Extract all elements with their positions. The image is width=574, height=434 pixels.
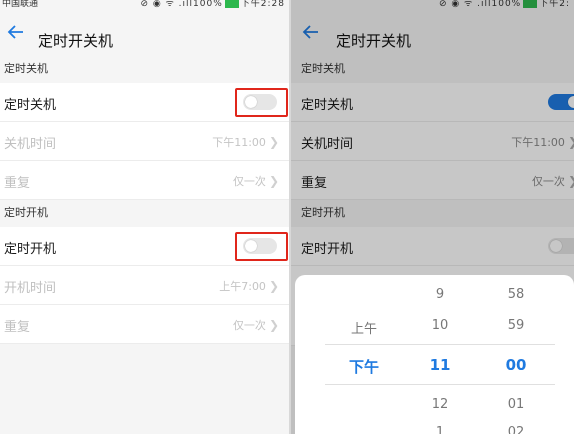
status-indicators: ⊘ ◉ ᯤ .ıll100% (438, 0, 522, 8)
status-icons: ⊘ ◉ ᯤ .ıll100% 下午2: (439, 0, 570, 8)
highlight-box (235, 232, 288, 261)
clock: 下午2: (539, 0, 570, 8)
right-screen: ⊘ ◉ ᯤ .ıll100% 下午2: 定时开关机 定时关机 定时关机 关机时间 … (291, 0, 574, 434)
section-header-startup: 定时开机 (4, 206, 48, 219)
ampm-selected[interactable]: 下午 (334, 356, 394, 377)
minute-below-1[interactable]: 01 (486, 397, 546, 412)
startup-toggle-row[interactable]: 定时开机 (0, 227, 289, 266)
shutdown-repeat-value: 仅一次❯ (233, 173, 279, 189)
shutdown-toggle[interactable] (548, 94, 574, 110)
status-indicators: ⊘ ◉ ᯤ .ıll100% (140, 0, 223, 8)
back-arrow-icon[interactable] (6, 22, 26, 42)
back-arrow-icon[interactable] (301, 22, 321, 42)
minute-above-2[interactable]: 58 (486, 287, 546, 302)
shutdown-repeat-row: 重复 仅一次 ❯ (0, 161, 289, 200)
hour-above-2[interactable]: 9 (410, 287, 470, 302)
status-bar: ⊘ ◉ ᯤ .ıll100% 下午2: (291, 0, 574, 8)
startup-time-value: 上午7:00 ❯ (219, 278, 279, 294)
shutdown-time-label: 关机时间 (4, 137, 57, 152)
startup-time-label: 开机时间 (4, 281, 57, 296)
chevron-right-icon: ❯ (268, 135, 279, 149)
shutdown-time-text: 下午11:00 (511, 136, 565, 149)
shutdown-repeat-label: 重复 (4, 176, 31, 191)
shutdown-repeat-text: 仅一次 (232, 175, 266, 188)
startup-repeat-text: 仅一次 (232, 319, 266, 332)
section-header-shutdown: 定时关机 (301, 62, 345, 75)
shutdown-toggle-label: 定时关机 (301, 98, 354, 113)
app-bar: 定时开关机 (0, 8, 289, 56)
shutdown-repeat-value: 仅一次❯ (532, 173, 574, 189)
startup-toggle-label: 定时开机 (301, 242, 354, 257)
picker-divider-top (325, 344, 555, 345)
chevron-right-icon: ❯ (568, 135, 574, 149)
shutdown-repeat-label: 重复 (301, 176, 328, 191)
status-icons: ⊘ ◉ ᯤ .ıll100% 下午2:28 (140, 0, 285, 8)
picker-divider-bottom (325, 384, 555, 385)
hour-selected[interactable]: 11 (410, 356, 470, 374)
chevron-right-icon: ❯ (268, 318, 279, 332)
shutdown-time-text: 下午11:00 (212, 136, 266, 149)
carrier-name: 中国联通 (2, 0, 39, 8)
highlight-box (235, 88, 288, 117)
chevron-right-icon: ❯ (268, 279, 279, 293)
hour-above-1[interactable]: 10 (410, 318, 470, 333)
shutdown-time-row[interactable]: 关机时间 下午11:00❯ (291, 122, 574, 161)
shutdown-time-label: 关机时间 (301, 137, 354, 152)
page-title: 定时开关机 (38, 32, 114, 50)
app-bar: 定时开关机 (291, 8, 574, 56)
hour-below-2[interactable]: 1 (410, 425, 470, 434)
ampm-above[interactable]: 上午 (334, 318, 394, 337)
chevron-right-icon: ❯ (568, 174, 574, 188)
shutdown-toggle-row[interactable]: 定时关机 (291, 83, 574, 122)
battery-icon (224, 0, 239, 8)
clock: 下午2:28 (240, 0, 285, 8)
time-picker[interactable]: 上午 下午 9 10 11 12 1 58 59 00 01 02 (295, 275, 574, 434)
minute-selected[interactable]: 00 (486, 356, 546, 374)
shutdown-toggle-row[interactable]: 定时关机 (0, 83, 289, 122)
minute-above-1[interactable]: 59 (486, 318, 546, 333)
toggle-knob (550, 240, 562, 252)
startup-time-row: 开机时间 上午7:00 ❯ (0, 266, 289, 305)
battery-icon (523, 0, 538, 8)
startup-repeat-row: 重复 仅一次 ❯ (0, 305, 289, 344)
shutdown-time-value: 下午11:00❯ (212, 134, 279, 150)
left-screen: 中国联通 ⊘ ◉ ᯤ .ıll100% 下午2:28 定时开关机 定时关机 定时关… (0, 0, 289, 434)
startup-toggle-row[interactable]: 定时开机 (291, 227, 574, 266)
minute-below-2[interactable]: 02 (486, 425, 546, 434)
startup-toggle[interactable] (548, 238, 574, 254)
page-title: 定时开关机 (336, 32, 412, 50)
hour-below-1[interactable]: 12 (410, 397, 470, 412)
startup-repeat-value: 仅一次 ❯ (233, 317, 279, 333)
shutdown-time-value: 下午11:00❯ (511, 134, 574, 150)
startup-time-text: 上午7:00 (219, 280, 266, 293)
section-header-shutdown: 定时关机 (4, 62, 48, 75)
shutdown-toggle-label: 定时关机 (4, 98, 57, 113)
shutdown-repeat-text: 仅一次 (531, 175, 565, 188)
chevron-right-icon: ❯ (268, 174, 279, 188)
status-bar: 中国联通 ⊘ ◉ ᯤ .ıll100% 下午2:28 (0, 0, 289, 8)
toggle-knob (568, 96, 574, 108)
startup-repeat-label: 重复 (4, 320, 31, 335)
startup-toggle-label: 定时开机 (4, 242, 57, 257)
shutdown-time-row: 关机时间 下午11:00 ❯ (0, 122, 289, 161)
section-header-startup: 定时开机 (301, 206, 345, 219)
shutdown-repeat-row[interactable]: 重复 仅一次❯ (291, 161, 574, 200)
